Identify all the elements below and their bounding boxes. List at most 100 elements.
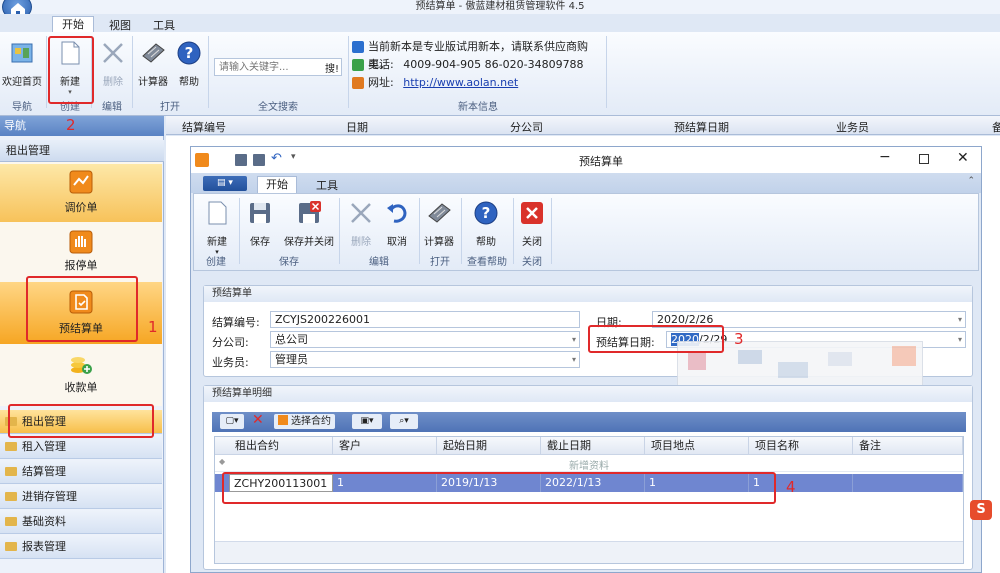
staff-select[interactable]: 管理员 ▾: [270, 351, 580, 368]
nav-item-receipt[interactable]: 收款单: [0, 350, 162, 396]
new-row-text: 新增资料: [569, 461, 609, 472]
search-button[interactable]: 搜!: [325, 60, 339, 75]
chevron-down-icon: ▾: [957, 315, 962, 324]
annotation-label-2: 2: [66, 116, 76, 134]
help-icon: ?: [177, 41, 201, 65]
dialog-title-bar: ↶ ▾ 预结算单 − ✕: [191, 147, 981, 173]
chevron-down-icon: ▾: [957, 335, 962, 344]
code-label: 结算编号:: [212, 316, 260, 329]
list-col-staff[interactable]: 业务员: [836, 119, 869, 135]
code-field[interactable]: ZCYJS200226001: [270, 311, 580, 328]
list-col-date[interactable]: 日期: [346, 119, 368, 135]
web-label: 网址:: [368, 76, 394, 89]
detail-delete-button[interactable]: ✕: [252, 412, 264, 428]
chevron-down-icon: ▾: [571, 335, 576, 344]
detail-add-button[interactable]: ▢▾: [220, 414, 244, 429]
dialog-save-close-label: 保存并关闭: [284, 237, 334, 248]
contract-icon: [278, 415, 288, 425]
col-contract[interactable]: 租出合约: [229, 437, 333, 455]
annotation-box-new: [48, 36, 94, 104]
welcome-page-icon: [11, 43, 33, 63]
search-input[interactable]: [215, 59, 317, 75]
dialog-group-help: 查看帮助: [467, 257, 507, 268]
dialog-file-menu[interactable]: ▤ ▾: [203, 176, 247, 191]
group-label-nav: 导航: [12, 102, 32, 113]
tab-view[interactable]: 视图: [104, 17, 136, 33]
calculator-button[interactable]: 计算器: [134, 40, 172, 88]
nav-folder-settlement[interactable]: 结算管理: [0, 460, 162, 484]
qat-more-icon[interactable]: ▾: [291, 152, 296, 162]
dialog-delete-label: 删除: [351, 237, 371, 248]
maximize-button[interactable]: [919, 154, 929, 164]
help-button[interactable]: ? 帮助: [174, 40, 204, 88]
minimize-button[interactable]: −: [879, 149, 891, 165]
col-project-name[interactable]: 项目名称: [749, 437, 853, 455]
dialog-app-icon[interactable]: [195, 153, 209, 167]
info-panel: 当前新本是专业版试用新本，请联系供应商购买。 电话: 4009-904-905 …: [352, 38, 604, 92]
folder-label: 基础资料: [22, 515, 66, 528]
nav-item-price-adjust[interactable]: 调价单: [0, 164, 162, 222]
ribbon-tab-strip: 开始 视图 工具: [0, 14, 1000, 33]
dialog-save-button[interactable]: 保存: [242, 200, 278, 248]
close-icon: [521, 202, 543, 224]
qat-save-icon[interactable]: [235, 154, 247, 166]
folder-icon: [5, 492, 17, 501]
collapse-ribbon-icon[interactable]: ⌃: [967, 176, 975, 186]
group-label-info: 新本信息: [458, 102, 498, 113]
detail-search-button[interactable]: ⌕▾: [390, 414, 418, 429]
tab-tools[interactable]: 工具: [148, 17, 180, 33]
nav-item-suspend[interactable]: 报停单: [0, 228, 162, 274]
phone-icon: [352, 59, 364, 71]
qat-save-close-icon[interactable]: [253, 154, 265, 166]
col-start-date[interactable]: 起始日期: [437, 437, 541, 455]
dialog-cancel-button[interactable]: 取消: [380, 200, 414, 248]
branch-select[interactable]: 总公司 ▾: [270, 331, 580, 348]
dialog-save-close-button[interactable]: 保存并关闭: [282, 200, 336, 248]
form-group-title: 预结算单: [204, 286, 972, 302]
web-link[interactable]: http://www.aolan.net: [403, 76, 518, 89]
col-customer[interactable]: 客户: [333, 437, 437, 455]
dialog-close-label: 关闭: [522, 237, 542, 248]
nav-folder-reports[interactable]: 报表管理: [0, 535, 162, 559]
nav-folder-rent-in[interactable]: 租入管理: [0, 435, 162, 459]
col-end-date[interactable]: 截止日期: [541, 437, 645, 455]
nav-folder-basic-data[interactable]: 基础资料: [0, 510, 162, 534]
tab-home[interactable]: 开始: [52, 16, 94, 33]
price-adjust-icon: [69, 170, 93, 194]
welcome-button[interactable]: 欢迎首页: [1, 40, 43, 88]
close-window-button[interactable]: ✕: [957, 150, 969, 166]
dialog-help-button[interactable]: ? 帮助: [468, 200, 504, 248]
detail-print-button[interactable]: ▣▾: [352, 414, 382, 429]
nav-header: 导航: [0, 116, 164, 136]
grid-header: 租出合约 客户 起始日期 截止日期 项目地点 项目名称 备注: [215, 437, 963, 455]
delete-button-label: 删除: [103, 77, 123, 88]
annotation-box-rent-out-folder: [8, 404, 154, 438]
help-button-label: 帮助: [179, 77, 199, 88]
list-col-remark[interactable]: 备: [992, 119, 1000, 135]
delete-button[interactable]: 删除: [96, 40, 130, 88]
annotation-label-4: 4: [786, 478, 796, 496]
dialog-delete-button[interactable]: 删除: [344, 200, 378, 248]
list-col-branch[interactable]: 分公司: [510, 119, 543, 135]
new-row-placeholder[interactable]: ◆ 新增资料: [215, 456, 963, 472]
dialog-tab-home[interactable]: 开始: [257, 176, 297, 193]
qat-undo-icon[interactable]: ↶: [271, 151, 282, 166]
dialog-tab-strip: ▤ ▾ 开始 工具 ⌃: [191, 173, 981, 193]
cell-remark[interactable]: [853, 474, 963, 492]
phone-value: 4009-904-905 86-020-34809788: [403, 58, 584, 71]
nav-folder-inventory[interactable]: 进销存管理: [0, 485, 162, 509]
ime-badge-icon[interactable]: S: [970, 500, 992, 520]
dialog-close-button[interactable]: 关闭: [516, 200, 548, 248]
col-location[interactable]: 项目地点: [645, 437, 749, 455]
dialog-calculator-button[interactable]: 计算器: [420, 200, 458, 248]
dialog-new-label: 新建: [207, 237, 227, 248]
folder-icon: [5, 442, 17, 451]
list-col-presettle-date[interactable]: 预结算日期: [674, 119, 729, 135]
list-col-code[interactable]: 结算编号: [182, 119, 226, 135]
dialog-tab-tools[interactable]: 工具: [309, 177, 345, 193]
staff-value: 管理员: [275, 353, 308, 366]
select-contract-button[interactable]: 选择合约: [274, 414, 335, 429]
col-remark[interactable]: 备注: [853, 437, 963, 455]
web-icon: [352, 77, 364, 89]
dialog-new-button[interactable]: 新建 ▾: [198, 200, 236, 256]
